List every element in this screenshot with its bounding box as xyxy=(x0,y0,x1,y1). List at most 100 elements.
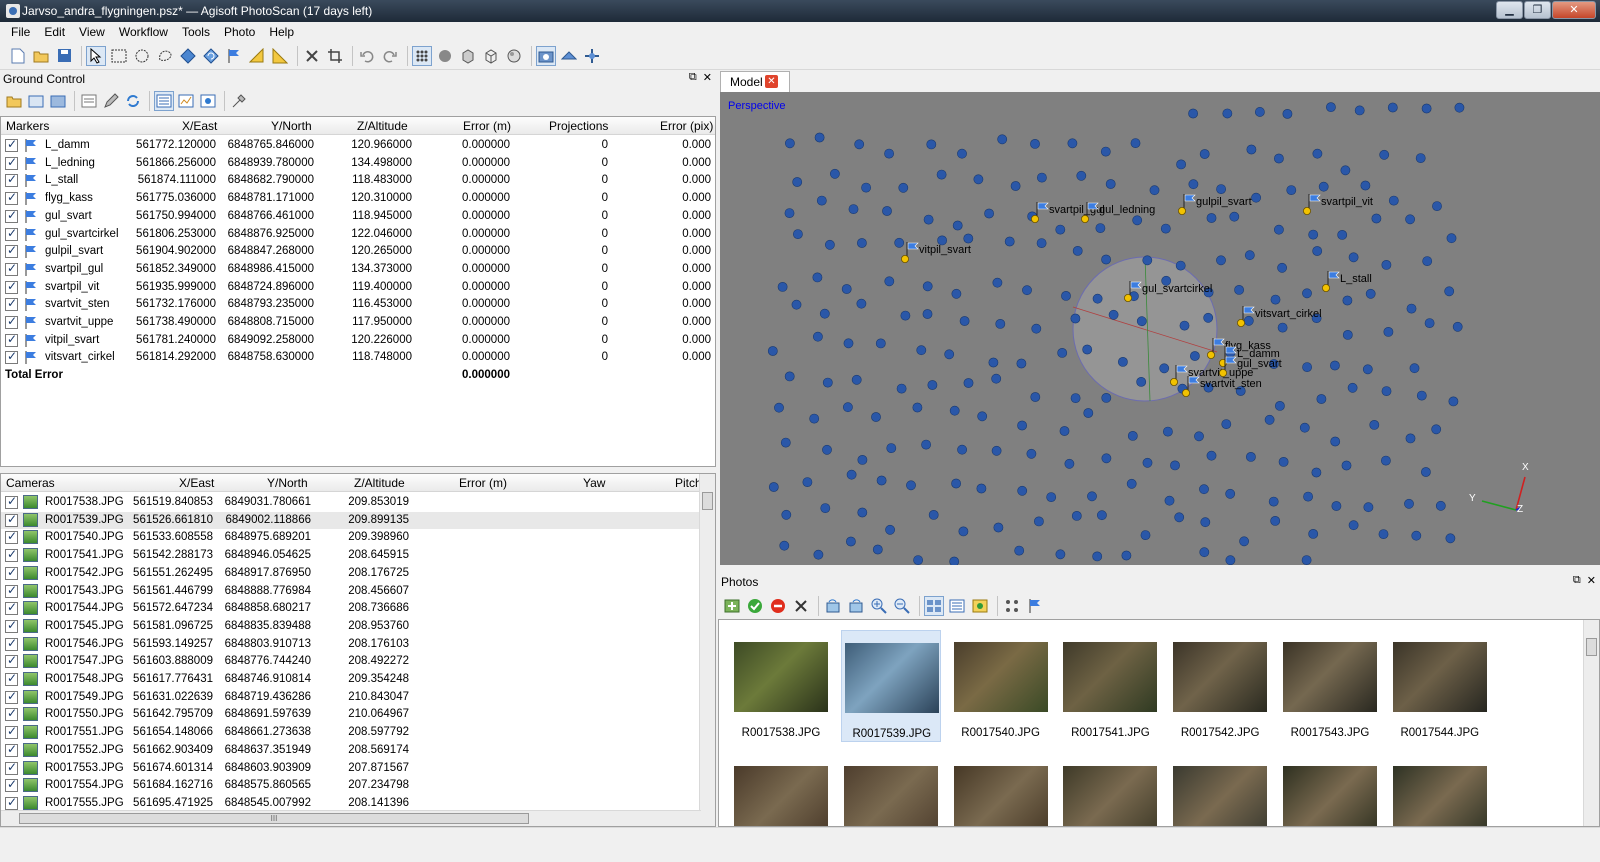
camera-row[interactable]: R0017548.JPG 561617.776431 6848746.910814 2… xyxy=(1,671,701,689)
camera-checkbox[interactable] xyxy=(5,636,18,651)
import-markers-icon[interactable] xyxy=(4,91,24,111)
mask-icon[interactable] xyxy=(970,596,990,616)
free-form-selection-icon[interactable] xyxy=(155,46,175,66)
photo-thumbnail[interactable]: R0017542.JPG xyxy=(1170,630,1270,742)
aerial-photo-image[interactable] xyxy=(1392,766,1487,826)
edit-icon[interactable] xyxy=(101,91,121,111)
camera-row[interactable]: R0017539.JPG 561526.661810 6849002.118866 2… xyxy=(1,511,701,530)
tab-model[interactable]: Model ✕ xyxy=(720,71,790,92)
camera-row[interactable]: R0017543.JPG 561561.446799 6848888.776984 2… xyxy=(1,583,701,601)
camera-checkbox[interactable] xyxy=(5,583,18,598)
marker-row[interactable]: L_damm 561772.120000 6848765.846000 120.966… xyxy=(1,137,715,155)
filter-by-point-icon[interactable] xyxy=(1025,596,1045,616)
camera-checkbox[interactable] xyxy=(5,689,18,704)
marker-checkbox[interactable] xyxy=(5,314,18,329)
camera-checkbox[interactable] xyxy=(5,653,18,669)
marker-checkbox[interactable] xyxy=(5,190,18,206)
marker-row[interactable]: vitpil_svart 561781.240000 6849092.258000 1… xyxy=(1,332,715,350)
col-cam-error-m[interactable]: Error (m) xyxy=(459,476,507,490)
marker-row[interactable]: svartpil_gul 561852.349000 6848986.415000 1… xyxy=(1,261,715,279)
menu-tools[interactable]: Tools xyxy=(175,22,217,42)
undo-icon[interactable] xyxy=(357,46,377,66)
menu-file[interactable]: File xyxy=(4,22,37,42)
marker-row[interactable]: L_ledning 561866.256000 6848939.780000 134.… xyxy=(1,155,715,173)
camera-row[interactable]: R0017542.JPG 561551.262495 6848917.876950 2… xyxy=(1,565,701,583)
zoom-in-icon[interactable] xyxy=(869,596,889,616)
camera-checkbox[interactable] xyxy=(5,671,18,686)
marker-checkbox[interactable] xyxy=(5,296,18,312)
enable-photo-icon[interactable] xyxy=(745,596,765,616)
close-panel-button[interactable]: ✕ xyxy=(703,71,712,84)
ruler-icon[interactable] xyxy=(247,46,267,66)
camera-row[interactable]: R0017545.JPG 561581.096725 6848835.839488 2… xyxy=(1,618,701,636)
minimize-button[interactable]: ▁ xyxy=(1496,1,1523,19)
update-icon[interactable] xyxy=(123,91,143,111)
marker-checkbox[interactable] xyxy=(5,172,18,188)
rectangle-selection-icon[interactable] xyxy=(109,46,129,66)
col-yaw[interactable]: Yaw xyxy=(583,476,605,490)
delete-icon[interactable] xyxy=(302,46,322,66)
col-markers[interactable]: Markers xyxy=(6,119,49,133)
menu-edit[interactable]: Edit xyxy=(37,22,72,42)
aerial-photo-image[interactable] xyxy=(1283,766,1377,826)
crop-icon[interactable] xyxy=(325,46,345,66)
zoom-out-icon[interactable] xyxy=(892,596,912,616)
marker-checkbox[interactable] xyxy=(5,349,18,365)
redo-icon[interactable] xyxy=(380,46,400,66)
open-folder-icon[interactable] xyxy=(31,46,51,66)
camera-checkbox[interactable] xyxy=(5,565,18,580)
camera-row[interactable]: R0017540.JPG 561533.608558 6848975.689201 2… xyxy=(1,529,701,547)
marker-row[interactable]: vitsvart_cirkel 561814.292000 6848758.6300… xyxy=(1,349,715,367)
ruler-alt-icon[interactable] xyxy=(270,46,290,66)
solid-model-icon[interactable] xyxy=(458,46,478,66)
col-cameras[interactable]: Cameras xyxy=(6,476,55,490)
marker-row[interactable]: svartpil_vit 561935.999000 6848724.896000 1… xyxy=(1,279,715,297)
settings-icon[interactable] xyxy=(79,91,99,111)
circle-selection-icon[interactable] xyxy=(132,46,152,66)
save-markers-icon[interactable] xyxy=(48,91,68,111)
photos-scroll-thumb[interactable] xyxy=(1586,638,1597,656)
marker-row[interactable]: L_stall 561874.111000 6848682.790000 118.48… xyxy=(1,172,715,190)
textured-model-icon[interactable] xyxy=(504,46,524,66)
col-z-altitude[interactable]: Z/Altitude xyxy=(357,119,408,133)
camera-row[interactable]: R0017546.JPG 561593.149257 6848803.910713 2… xyxy=(1,636,701,654)
camera-row[interactable]: R0017552.JPG 561662.903409 6848637.351949 2… xyxy=(1,742,701,760)
navigation-cursor-icon[interactable] xyxy=(86,45,106,66)
details-view-icon[interactable] xyxy=(947,596,967,616)
photo-thumbnail[interactable]: R0017541.JPG xyxy=(1060,630,1160,742)
aerial-photo-image[interactable] xyxy=(843,766,938,826)
photo-thumbnail[interactable]: R0017538.JPG xyxy=(731,630,831,742)
marker-row[interactable]: gul_svartcirkel 561806.253000 6848876.9250… xyxy=(1,226,715,244)
reset-view-icon[interactable] xyxy=(582,46,602,66)
save-icon[interactable] xyxy=(54,46,74,66)
camera-row[interactable]: R0017538.JPG 561519.840853 6849031.780661 2… xyxy=(1,494,701,512)
marker-row[interactable]: gulpil_svart 561904.902000 6848847.268000 1… xyxy=(1,243,715,261)
maximize-button[interactable]: ❐ xyxy=(1524,1,1551,19)
col-projections[interactable]: Projections xyxy=(549,119,608,133)
col-cam-y-north[interactable]: Y/North xyxy=(267,476,308,490)
camera-checkbox[interactable] xyxy=(5,547,18,563)
camera-row[interactable]: R0017550.JPG 561642.795709 6848691.597639 2… xyxy=(1,706,701,724)
marker-checkbox[interactable] xyxy=(5,261,18,276)
camera-row[interactable]: R0017549.JPG 561631.022639 6848719.436286 2… xyxy=(1,689,701,707)
camera-checkbox[interactable] xyxy=(5,760,18,775)
cameras-vertical-scrollbar[interactable] xyxy=(699,474,715,826)
col-y-north[interactable]: Y/North xyxy=(271,119,312,133)
camera-row[interactable]: R0017544.JPG 561572.647234 6848858.680217 2… xyxy=(1,600,701,618)
photo-thumbnail[interactable]: R0017544.JPG xyxy=(1390,630,1490,742)
col-x-east[interactable]: X/East xyxy=(182,119,217,133)
aerial-photo-image[interactable] xyxy=(1173,766,1268,826)
photo-thumbnail[interactable]: R0017543.JPG xyxy=(1280,630,1380,742)
point-cloud-icon[interactable] xyxy=(412,45,432,66)
float-photos-button[interactable]: ⧉ xyxy=(1573,574,1581,587)
camera-checkbox[interactable] xyxy=(5,706,18,722)
marker-checkbox[interactable] xyxy=(5,243,18,259)
camera-checkbox[interactable] xyxy=(5,742,18,757)
marker-row[interactable]: svartvit_uppe 561738.490000 6848808.715000… xyxy=(1,314,715,332)
menu-workflow[interactable]: Workflow xyxy=(112,22,175,42)
shaded-model-icon[interactable] xyxy=(435,46,455,66)
marker-row[interactable]: gul_svart 561750.994000 6848766.461000 118.… xyxy=(1,208,715,226)
thumbnails-view-icon[interactable] xyxy=(924,596,944,616)
col-error-pix[interactable]: Error (pix) xyxy=(660,119,713,133)
view-errors-icon[interactable] xyxy=(198,91,218,111)
